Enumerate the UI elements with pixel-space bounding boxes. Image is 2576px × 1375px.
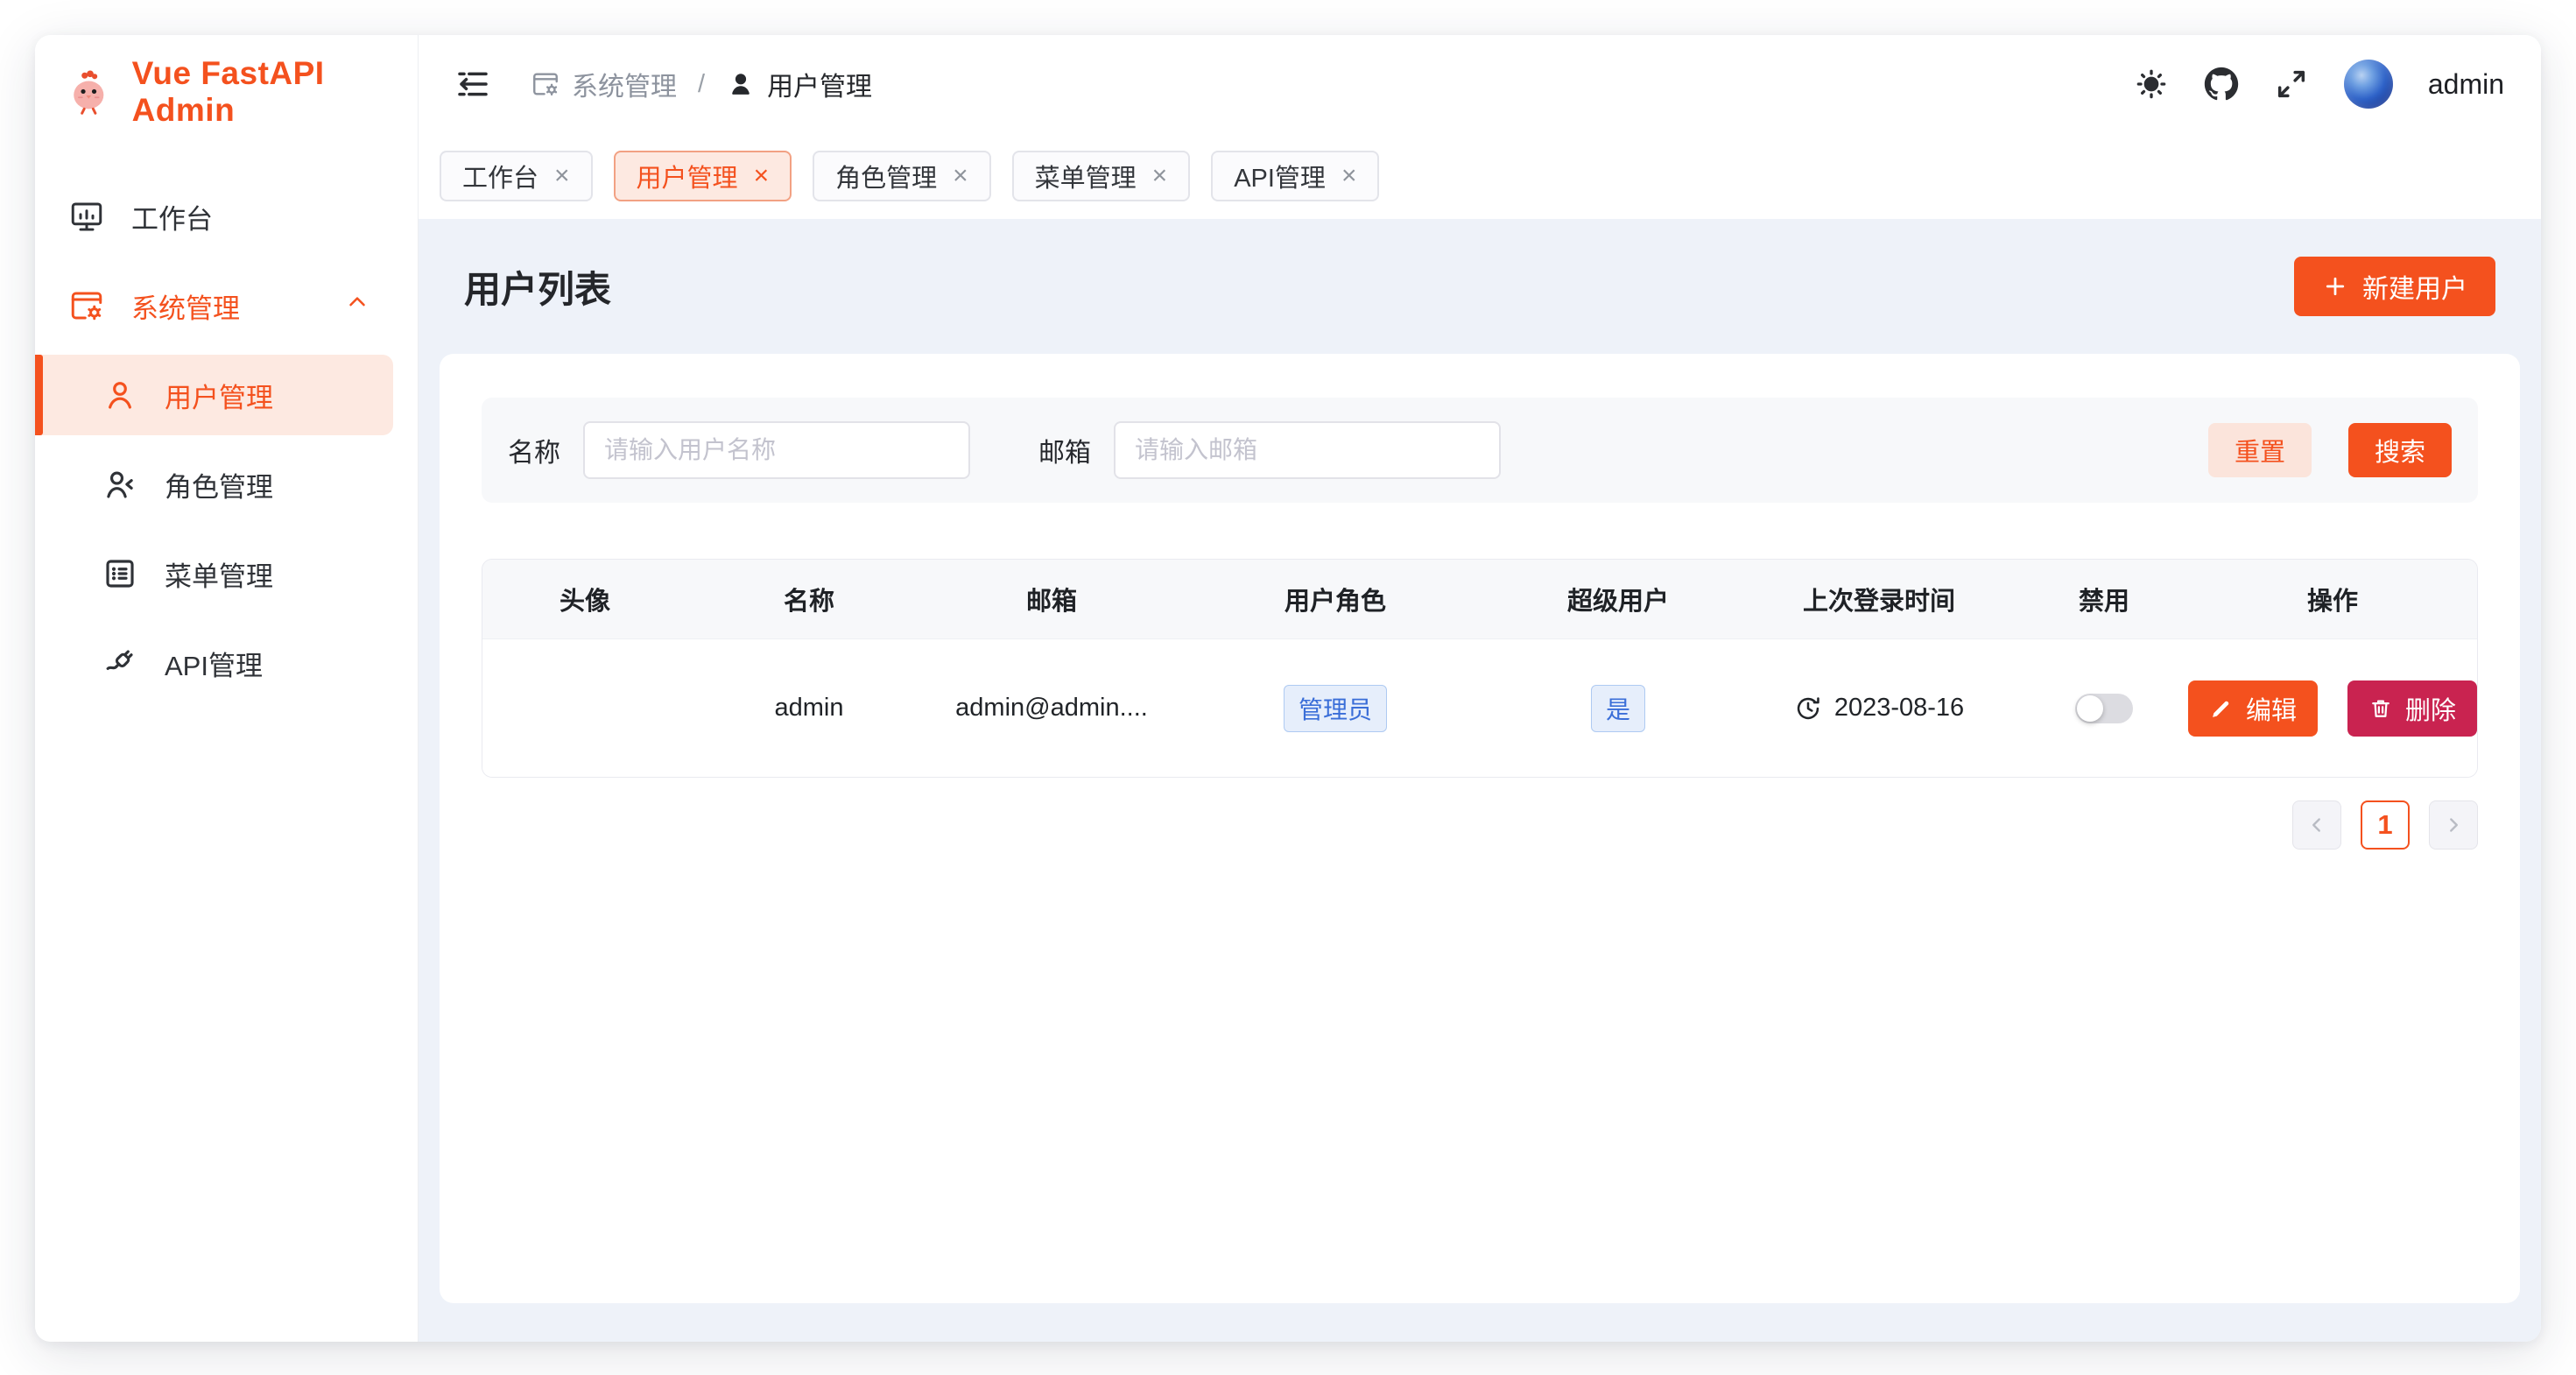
pencil-icon: [2209, 696, 2234, 721]
tab-api[interactable]: API管理 ×: [1211, 151, 1379, 201]
name-filter-label: 名称: [508, 431, 560, 469]
trash-icon: [2368, 696, 2393, 721]
sidebar-item-api[interactable]: API管理: [35, 623, 393, 703]
breadcrumb-item-users[interactable]: 用户管理: [726, 65, 872, 103]
column-header-email: 邮箱: [931, 581, 1172, 617]
user-role-icon: [102, 466, 138, 503]
pagination: 1: [482, 800, 2478, 850]
window-gear-icon: [68, 287, 105, 324]
plus-icon: [2322, 273, 2348, 300]
sidebar-item-label: 菜单管理: [165, 554, 273, 594]
filter-panel: 名称 邮箱 重置 搜索: [482, 398, 2478, 503]
app-logo[interactable]: Vue FastAPI Admin: [35, 35, 418, 149]
close-icon[interactable]: ×: [1341, 163, 1357, 189]
app-title: Vue FastAPI Admin: [132, 55, 418, 129]
github-icon[interactable]: [2204, 67, 2239, 102]
create-user-button[interactable]: 新建用户: [2294, 257, 2495, 316]
name-filter-input[interactable]: [583, 421, 970, 479]
sidebar-item-label: 工作台: [131, 197, 213, 236]
sidebar-menu: 工作台 系统管理: [35, 149, 418, 708]
screenshot-root: Vue FastAPI Admin 工作台: [0, 0, 2576, 1375]
email-filter-input[interactable]: [1114, 421, 1501, 479]
monitor-icon: [68, 198, 105, 235]
pagination-prev-button[interactable]: [2292, 800, 2341, 850]
column-header-avatar: 头像: [482, 581, 687, 617]
header-actions: admin: [2134, 60, 2504, 109]
disabled-toggle[interactable]: [2075, 694, 2133, 723]
window-gear-icon: [531, 69, 560, 99]
column-header-name: 名称: [687, 581, 931, 617]
breadcrumb-item-system[interactable]: 系统管理: [531, 65, 677, 103]
search-button[interactable]: 搜索: [2348, 423, 2452, 477]
breadcrumb-separator: /: [698, 70, 705, 99]
theme-toggle-sun-icon[interactable]: [2134, 67, 2169, 102]
sidebar-item-label: API管理: [165, 644, 263, 683]
sidebar-collapse-icon[interactable]: [455, 67, 490, 102]
role-tag: 管理员: [1284, 685, 1387, 732]
sidebar-item-label: 角色管理: [165, 465, 273, 504]
column-header-role: 用户角色: [1172, 581, 1498, 617]
sidebar-item-roles[interactable]: 角色管理: [35, 444, 393, 525]
menu-list-icon: [102, 555, 138, 592]
sidebar-item-label: 用户管理: [165, 376, 273, 415]
email-cell: admin@admin....: [931, 694, 1172, 723]
email-filter-label: 邮箱: [1038, 431, 1091, 469]
column-header-superuser: 超级用户: [1498, 581, 1738, 617]
edit-button[interactable]: 编辑: [2188, 680, 2318, 737]
tab-menus[interactable]: 菜单管理 ×: [1012, 151, 1191, 201]
breadcrumb: 系统管理 / 用户管理: [531, 65, 872, 103]
tab-bar: 工作台 × 用户管理 × 角色管理 × 菜单管理 × API管理 ×: [419, 133, 2541, 219]
plug-icon: [102, 645, 138, 681]
close-icon[interactable]: ×: [754, 163, 770, 189]
sidebar-item-label: 系统管理: [131, 286, 240, 326]
chevron-left-icon: [2305, 814, 2328, 836]
chicken-logo-icon: [65, 67, 113, 117]
page-content: 用户列表 新建用户 名称 邮箱: [419, 219, 2541, 1342]
close-icon[interactable]: ×: [953, 163, 968, 189]
delete-button[interactable]: 删除: [2347, 680, 2477, 737]
fullscreen-icon[interactable]: [2274, 67, 2309, 102]
top-header: 系统管理 / 用户管理: [419, 35, 2541, 133]
page-title: 用户列表: [464, 260, 611, 314]
clock-history-icon: [1794, 695, 1822, 723]
last-login-cell: 2023-08-16: [1738, 694, 2020, 723]
sidebar: Vue FastAPI Admin 工作台: [35, 35, 419, 1342]
close-icon[interactable]: ×: [554, 163, 570, 189]
column-header-actions: 操作: [2188, 581, 2477, 617]
sidebar-item-workbench[interactable]: 工作台: [35, 176, 393, 257]
user-icon: [102, 377, 138, 413]
sidebar-item-users[interactable]: 用户管理: [35, 355, 393, 435]
reset-button[interactable]: 重置: [2208, 423, 2312, 477]
close-icon[interactable]: ×: [1152, 163, 1168, 189]
user-icon: [726, 69, 756, 99]
users-table: 头像 名称 邮箱 用户角色 超级用户 上次登录时间 禁用 操作 admin: [482, 559, 2478, 778]
app-window: Vue FastAPI Admin 工作台: [35, 35, 2541, 1342]
superuser-tag: 是: [1591, 685, 1645, 732]
sidebar-item-menus[interactable]: 菜单管理: [35, 533, 393, 614]
name-cell: admin: [687, 694, 931, 723]
username-label[interactable]: admin: [2428, 68, 2504, 101]
tab-workbench[interactable]: 工作台 ×: [440, 151, 593, 201]
tab-users[interactable]: 用户管理 ×: [614, 151, 792, 201]
chevron-right-icon: [2442, 814, 2465, 836]
pagination-page-1[interactable]: 1: [2361, 800, 2410, 850]
content-card: 名称 邮箱 重置 搜索 头像: [440, 354, 2520, 1303]
user-avatar[interactable]: [2344, 60, 2393, 109]
table-header-row: 头像 名称 邮箱 用户角色 超级用户 上次登录时间 禁用 操作: [482, 560, 2477, 638]
column-header-disabled: 禁用: [2020, 581, 2188, 617]
main-area: 系统管理 / 用户管理: [419, 35, 2541, 1342]
sidebar-item-system[interactable]: 系统管理: [35, 265, 393, 346]
table-row: admin admin@admin.... 管理员 是: [482, 638, 2477, 777]
column-header-last-login: 上次登录时间: [1738, 581, 2020, 617]
page-header: 用户列表 新建用户: [440, 219, 2520, 354]
pagination-next-button[interactable]: [2429, 800, 2478, 850]
tab-roles[interactable]: 角色管理 ×: [813, 151, 991, 201]
chevron-up-icon[interactable]: [344, 289, 370, 322]
